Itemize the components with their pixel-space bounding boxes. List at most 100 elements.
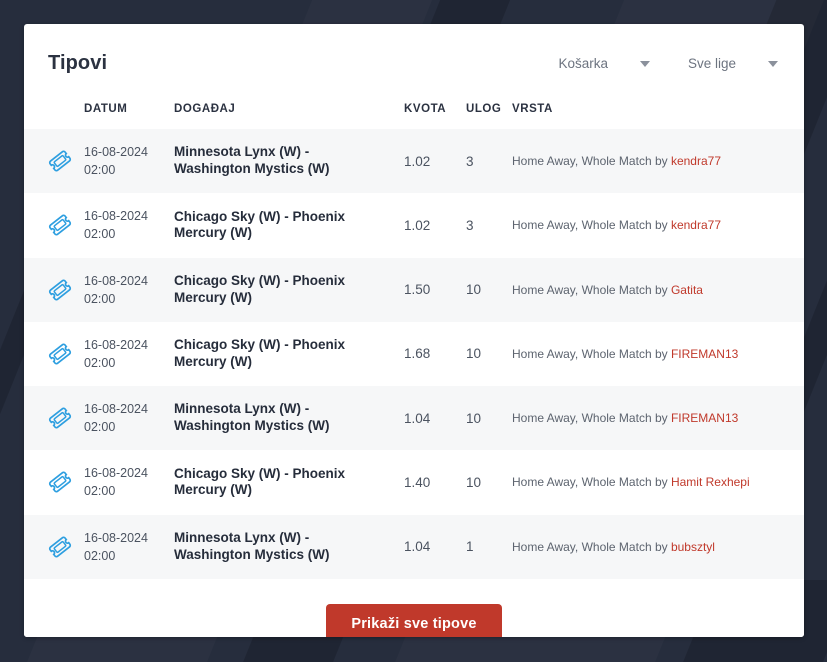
column-header-datum: DATUM xyxy=(84,103,128,115)
row-vrsta-text: Home Away, Whole Match by xyxy=(512,282,671,297)
row-ulog: 10 xyxy=(466,282,482,298)
tips-card: Tipovi Košarka Sve lige DATUM DOGAĐAJ KV… xyxy=(24,24,804,637)
column-header-kvota: KVOTA xyxy=(404,103,447,115)
row-time: 02:00 xyxy=(84,227,116,242)
row-user-link[interactable]: kendra77 xyxy=(671,154,721,168)
row-time: 02:00 xyxy=(84,291,116,306)
row-vrsta-text: Home Away, Whole Match by xyxy=(512,218,671,233)
filter-group: Košarka Sve lige xyxy=(522,52,780,75)
page-title: Tipovi xyxy=(48,52,108,74)
column-header-icon xyxy=(24,103,84,129)
row-kvota: 1.68 xyxy=(404,346,431,362)
row-event[interactable]: Minnesota Lynx (W) - Washington Mystics … xyxy=(174,386,404,450)
table-row[interactable]: 16-08-2024 02:00 Minnesota Lynx (W) - Wash… xyxy=(24,386,804,451)
row-kvota: 1.04 xyxy=(404,539,431,555)
row-kvota: 1.04 xyxy=(404,410,431,426)
row-user-link[interactable]: FIREMAN13 xyxy=(671,347,738,361)
table-row[interactable]: 16-08-2024 02:00 Chicago Sky (W) - Phoenix… xyxy=(24,321,804,386)
row-user-link[interactable]: bubsztyl xyxy=(671,540,715,554)
table-row[interactable]: 16-08-2024 02:00 Chicago Sky (W) - Phoenix… xyxy=(24,193,804,258)
row-user-link[interactable]: kendra77 xyxy=(671,218,721,232)
ticket-icon xyxy=(48,343,72,365)
chevron-down-icon xyxy=(768,60,778,67)
row-time: 02:00 xyxy=(84,420,116,435)
row-vrsta-text: Home Away, Whole Match by xyxy=(512,154,671,169)
column-header-ulog: ULOG xyxy=(466,103,502,115)
row-date: 16-08-2024 xyxy=(84,402,148,416)
row-date: 16-08-2024 xyxy=(84,466,148,481)
row-event[interactable]: Minnesota Lynx (W) - Washington Mystics … xyxy=(174,129,404,193)
row-icon-cell xyxy=(24,322,84,386)
row-datetime: 16-08-2024 02:00 xyxy=(84,450,174,514)
tips-table: DATUM DOGAĐAJ KVOTA ULOG VRSTA 16-08-202… xyxy=(24,103,804,579)
row-user-link[interactable]: Gatita xyxy=(671,283,703,297)
row-datetime: 16-08-2024 02:00 xyxy=(84,258,174,322)
card-footer: Prikaži sve tipove xyxy=(24,578,804,637)
row-vrsta-text: Home Away, Whole Match by xyxy=(512,411,671,426)
table-row[interactable]: 16-08-2024 02:00 Chicago Sky (W) - Phoenix… xyxy=(24,450,804,515)
chevron-down-icon xyxy=(639,60,650,67)
row-kvota: 1.50 xyxy=(404,282,431,298)
row-time: 02:00 xyxy=(84,484,116,499)
row-date: 16-08-2024 xyxy=(84,530,148,545)
row-vrsta: Home Away, Whole Match by FIREMAN13 xyxy=(512,322,804,386)
table-body: 16-08-2024 02:00 Minnesota Lynx (W) - Wash… xyxy=(24,129,804,579)
row-vrsta: Home Away, Whole Match by kendra77 xyxy=(512,193,804,257)
row-event[interactable]: Chicago Sky (W) - Phoenix Mercury (W) xyxy=(174,258,404,322)
row-icon-cell xyxy=(24,386,84,450)
row-date: 16-08-2024 xyxy=(84,273,148,288)
row-datetime: 16-08-2024 02:00 xyxy=(84,515,174,579)
table-header-row: DATUM DOGAĐAJ KVOTA ULOG VRSTA xyxy=(24,103,804,129)
row-icon-cell xyxy=(24,193,84,257)
row-vrsta-text: Home Away, Whole Match by xyxy=(512,346,671,361)
ticket-icon xyxy=(48,536,72,558)
table-row[interactable]: 16-08-2024 02:00 Chicago Sky (W) - Phoenix… xyxy=(24,257,804,322)
row-icon-cell xyxy=(24,450,84,514)
show-all-tips-button[interactable]: Prikaži sve tipove xyxy=(326,603,502,637)
row-event[interactable]: Chicago Sky (W) - Phoenix Mercury (W) xyxy=(174,450,404,514)
row-date: 16-08-2024 xyxy=(84,337,148,352)
row-user-link[interactable]: Hamit Rexhepi xyxy=(671,475,750,489)
row-icon-cell xyxy=(24,515,84,579)
row-date: 16-08-2024 xyxy=(84,145,148,159)
ticket-icon xyxy=(48,279,72,301)
row-event[interactable]: Minnesota Lynx (W) - Washington Mystics … xyxy=(174,515,404,579)
row-vrsta: Home Away, Whole Match by bubsztyl xyxy=(512,515,804,579)
row-vrsta: Home Away, Whole Match by Gatita xyxy=(512,258,804,322)
ticket-icon xyxy=(48,214,72,236)
table-row[interactable]: 16-08-2024 02:00 Minnesota Lynx (W) - Wash… xyxy=(24,514,804,579)
row-ulog: 10 xyxy=(466,346,482,362)
row-icon-cell xyxy=(24,129,84,193)
row-datetime: 16-08-2024 02:00 xyxy=(84,322,174,386)
ticket-icon xyxy=(48,471,72,493)
row-vrsta: Home Away, Whole Match by Hamit Rexhepi xyxy=(512,450,804,514)
row-datetime: 16-08-2024 02:00 xyxy=(84,193,174,257)
card-header: Tipovi Košarka Sve lige xyxy=(24,24,804,103)
row-ulog: 10 xyxy=(466,474,482,490)
league-filter-label: Sve lige xyxy=(687,56,736,71)
row-icon-cell xyxy=(24,258,84,322)
column-header-dogadaj: DOGAĐAJ xyxy=(174,103,236,115)
row-ulog: 3 xyxy=(466,217,474,233)
row-time: 02:00 xyxy=(84,548,116,563)
row-user-link[interactable]: FIREMAN13 xyxy=(671,411,738,425)
row-vrsta-text: Home Away, Whole Match by xyxy=(512,475,671,490)
sport-filter-dropdown[interactable]: Košarka xyxy=(556,52,652,75)
column-header-vrsta: VRSTA xyxy=(512,103,553,115)
row-vrsta: Home Away, Whole Match by kendra77 xyxy=(512,129,804,193)
row-time: 02:00 xyxy=(84,355,116,370)
ticket-icon xyxy=(48,150,72,172)
row-ulog: 10 xyxy=(466,410,482,426)
row-event[interactable]: Chicago Sky (W) - Phoenix Mercury (W) xyxy=(174,193,404,257)
row-kvota: 1.02 xyxy=(404,217,431,233)
table-row[interactable]: 16-08-2024 02:00 Minnesota Lynx (W) - Wash… xyxy=(24,129,804,194)
row-event[interactable]: Chicago Sky (W) - Phoenix Mercury (W) xyxy=(174,322,404,386)
ticket-icon xyxy=(48,407,72,429)
league-filter-dropdown[interactable]: Sve lige xyxy=(686,52,780,75)
table-head: DATUM DOGAĐAJ KVOTA ULOG VRSTA xyxy=(24,103,804,129)
row-vrsta: Home Away, Whole Match by FIREMAN13 xyxy=(512,386,804,450)
sport-filter-label: Košarka xyxy=(558,56,608,71)
row-kvota: 1.02 xyxy=(404,153,431,169)
row-datetime: 16-08-2024 02:00 xyxy=(84,129,174,193)
row-date: 16-08-2024 xyxy=(84,209,148,224)
